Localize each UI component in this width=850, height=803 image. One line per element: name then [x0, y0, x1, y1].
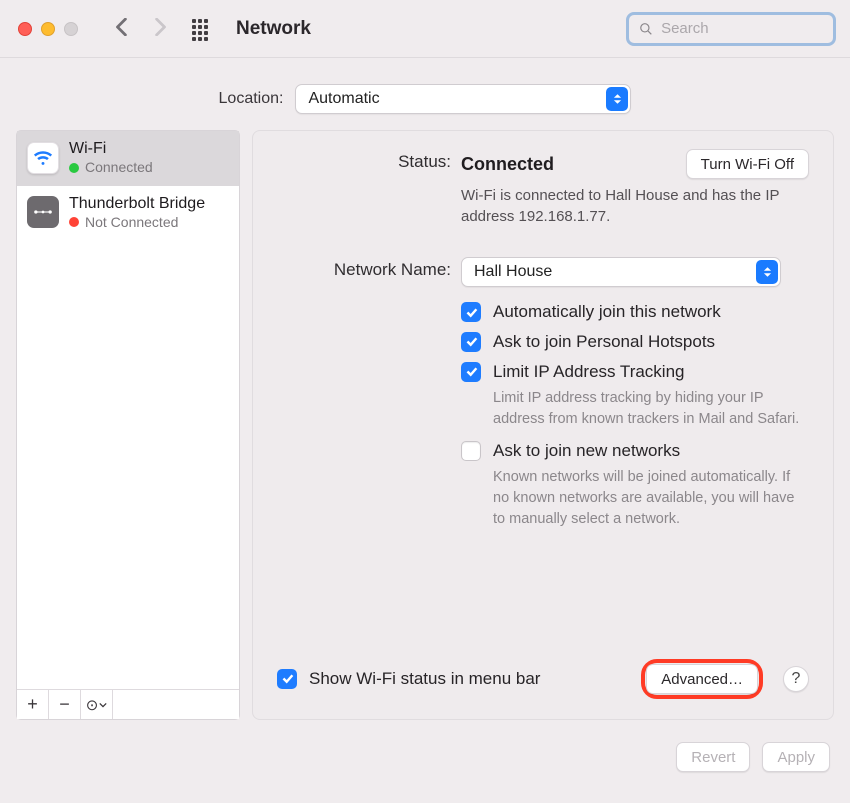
show-all-icon[interactable] — [192, 19, 212, 39]
status-detail: Wi-Fi is connected to Hall House and has… — [461, 185, 791, 227]
checkbox-icon — [461, 302, 481, 322]
interface-status: Connected — [69, 159, 153, 177]
location-select[interactable]: Automatic — [295, 84, 631, 114]
search-field[interactable] — [626, 12, 836, 46]
sidebar-footer: + − ⊙ — [17, 689, 239, 719]
status-value: Connected — [461, 154, 554, 175]
status-dot-icon — [69, 217, 79, 227]
remove-interface-button[interactable]: − — [49, 690, 81, 719]
turn-wifi-off-button[interactable]: Turn Wi-Fi Off — [686, 149, 809, 179]
window-maximize[interactable] — [64, 22, 78, 36]
select-chevrons-icon — [756, 260, 778, 284]
window-close[interactable] — [18, 22, 32, 36]
window-minimize[interactable] — [41, 22, 55, 36]
network-name-select[interactable]: Hall House — [461, 257, 781, 287]
location-value: Automatic — [308, 90, 379, 108]
checkbox-label: Limit IP Address Tracking — [493, 361, 809, 384]
checkbox-label: Show Wi-Fi status in menu bar — [309, 668, 540, 691]
sidebar-footer-spacer — [113, 690, 239, 719]
location-label: Location: — [219, 90, 284, 108]
checkbox-label: Automatically join this network — [493, 301, 721, 324]
show-menubar-checkbox[interactable]: Show Wi-Fi status in menu bar — [277, 668, 540, 691]
apply-button[interactable]: Apply — [762, 742, 830, 772]
personal-hotspots-checkbox[interactable]: Ask to join Personal Hotspots — [461, 331, 809, 354]
interface-status: Not Connected — [69, 214, 205, 232]
ask-new-networks-checkbox[interactable]: Ask to join new networks Known networks … — [461, 440, 809, 530]
titlebar: Network — [0, 0, 850, 58]
checkbox-icon — [461, 332, 481, 352]
advanced-highlight: Advanced… — [641, 659, 763, 699]
location-row: Location: Automatic — [0, 58, 850, 130]
status-dot-icon — [69, 163, 79, 173]
limit-tracking-checkbox[interactable]: Limit IP Address Tracking Limit IP addre… — [461, 361, 809, 430]
page-footer: Revert Apply — [0, 720, 850, 772]
checkbox-icon — [277, 669, 297, 689]
bottom-row: Show Wi-Fi status in menu bar Advanced… … — [277, 647, 809, 699]
network-name-label: Network Name: — [277, 257, 451, 537]
forward-button[interactable] — [146, 16, 174, 42]
interface-actions-menu[interactable]: ⊙ — [81, 690, 113, 719]
status-label: Status: — [277, 149, 451, 172]
status-row: Status: Connected Turn Wi-Fi Off Wi-Fi i… — [277, 149, 809, 227]
thunderbolt-icon — [27, 196, 59, 228]
add-interface-button[interactable]: + — [17, 690, 49, 719]
content-panel: Status: Connected Turn Wi-Fi Off Wi-Fi i… — [252, 130, 834, 720]
traffic-lights — [18, 22, 78, 36]
auto-join-checkbox[interactable]: Automatically join this network — [461, 301, 809, 324]
search-icon — [639, 21, 653, 37]
window-title: Network — [236, 18, 311, 40]
interface-name: Wi-Fi — [69, 139, 153, 159]
advanced-button[interactable]: Advanced… — [646, 664, 758, 694]
interfaces-sidebar: Wi-Fi Connected Thunderbolt Bridge Not C… — [16, 130, 240, 720]
select-chevrons-icon — [606, 87, 628, 111]
wifi-icon — [27, 142, 59, 174]
interfaces-list: Wi-Fi Connected Thunderbolt Bridge Not C… — [17, 131, 239, 689]
interface-item-thunderbolt[interactable]: Thunderbolt Bridge Not Connected — [17, 186, 239, 241]
checkbox-description: Known networks will be joined automatica… — [493, 467, 809, 530]
checkbox-icon — [461, 362, 481, 382]
revert-button[interactable]: Revert — [676, 742, 750, 772]
checkbox-icon — [461, 441, 481, 461]
checkbox-label: Ask to join new networks — [493, 440, 809, 463]
help-button[interactable]: ? — [783, 666, 809, 692]
interface-item-wifi[interactable]: Wi-Fi Connected — [17, 131, 239, 186]
checkbox-label: Ask to join Personal Hotspots — [493, 331, 715, 354]
main-area: Wi-Fi Connected Thunderbolt Bridge Not C… — [0, 130, 850, 720]
interface-name: Thunderbolt Bridge — [69, 194, 205, 214]
network-name-row: Network Name: Hall House Automatically j… — [277, 257, 809, 537]
network-name-value: Hall House — [474, 263, 552, 281]
checkbox-description: Limit IP address tracking by hiding your… — [493, 388, 809, 430]
search-input[interactable] — [661, 20, 823, 37]
back-button[interactable] — [108, 16, 136, 42]
